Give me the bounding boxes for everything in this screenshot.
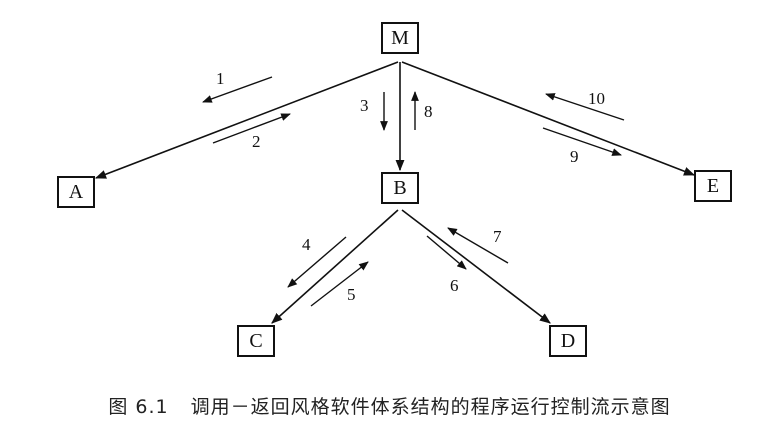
step-label-1: 1 <box>216 69 225 88</box>
step-label-2: 2 <box>252 132 261 151</box>
step-label-9: 9 <box>570 147 579 166</box>
flow-arrow-10 <box>545 93 625 121</box>
figure-caption: 图 6.1 调用－返回风格软件体系结构的程序运行控制流示意图 <box>0 392 779 419</box>
step-label-10: 10 <box>588 89 605 108</box>
edge-b-d <box>401 209 551 324</box>
flow-arrow-6 <box>426 235 467 270</box>
node-a: A <box>57 176 95 208</box>
figure-stage: M A B E C D 1 2 3 4 5 6 7 8 9 10 图 6.1 调用… <box>0 0 779 430</box>
figure-title: 调用－返回风格软件体系结构的程序运行控制流示意图 <box>190 396 671 418</box>
node-c: C <box>237 325 275 357</box>
step-label-4: 4 <box>302 235 311 254</box>
step-label-7: 7 <box>493 227 502 246</box>
step-label-6: 6 <box>450 276 459 295</box>
flow-arrow-5 <box>310 261 369 307</box>
edge-m-a <box>94 61 399 179</box>
edge-m-e <box>401 61 696 176</box>
step-label-5: 5 <box>347 285 356 304</box>
node-m: M <box>381 22 419 54</box>
node-d: D <box>549 325 587 357</box>
node-b: B <box>381 172 419 204</box>
step-label-8: 8 <box>424 102 433 121</box>
figure-number: 图 6.1 <box>108 396 169 418</box>
node-e: E <box>694 170 732 202</box>
flow-arrow-1 <box>202 76 273 103</box>
edge-b-c <box>271 209 399 324</box>
step-label-3: 3 <box>360 96 369 115</box>
flow-arrow-4 <box>287 236 347 288</box>
